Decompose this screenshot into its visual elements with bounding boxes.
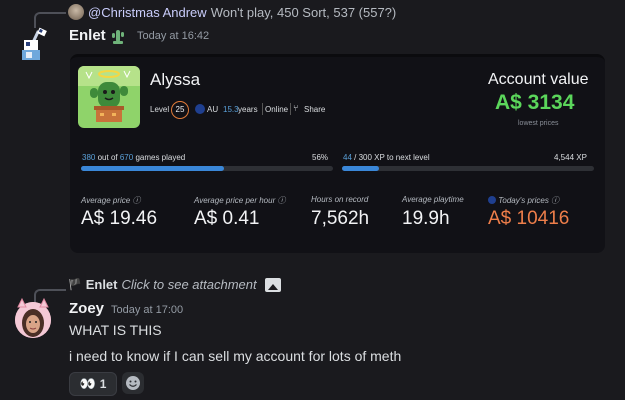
games-suffix: games played	[135, 153, 186, 162]
games-percent: 56%	[312, 153, 329, 162]
bot-mini-icon: 🏴	[68, 279, 82, 291]
cactus-badge-icon	[109, 27, 127, 45]
stat-value-average-playtime: 19.9h	[402, 208, 450, 229]
xp-current: 44	[343, 153, 352, 162]
xp-text: 44 / 300 XP to next level	[343, 153, 430, 162]
divider	[290, 103, 291, 115]
user-avatar[interactable]	[12, 297, 54, 339]
account-age-suffix: years	[238, 105, 258, 114]
status-label: Online	[265, 105, 289, 114]
reply-attachment-text[interactable]: Click to see attachment	[122, 277, 257, 292]
bot-avatar[interactable]	[14, 26, 54, 66]
message-timestamp: Today at 16:42	[137, 30, 210, 42]
stat-label-price-per-hour: Average price per hour ⓘ	[194, 196, 286, 205]
todays-prices-text: Today's prices ⓘ	[498, 196, 560, 205]
stat-label-hours-on-record: Hours on record	[311, 195, 369, 204]
profile-picture	[78, 66, 140, 128]
stat-value-average-price: A$ 19.46	[81, 208, 158, 229]
share-icon[interactable]: ⑂	[293, 103, 298, 113]
message-timestamp: Today at 17:00	[111, 304, 184, 316]
stat-label-average-price: Average price ⓘ	[81, 196, 141, 205]
reply-avatar	[68, 4, 84, 20]
message-line: i need to know if I can sell my account …	[69, 348, 402, 364]
smiley-icon	[126, 376, 140, 390]
share-link[interactable]: Share	[304, 105, 325, 114]
user-author-name[interactable]: Zoey	[69, 300, 104, 317]
games-out-of: out of	[97, 153, 118, 162]
reply-preview[interactable]: @Christmas Andrew Won't play, 450 Sort, …	[68, 4, 396, 20]
stat-value-hours-on-record: 7,562h	[311, 208, 370, 229]
level-label: Level	[150, 105, 170, 114]
stat-value-price-per-hour: A$ 0.41	[194, 208, 260, 229]
reply-preview[interactable]: 🏴 Enlet Click to see attachment	[68, 277, 281, 292]
stat-label-todays-prices: Today's prices ⓘ	[488, 195, 559, 206]
region-label: AU	[207, 105, 219, 114]
games-played-count: 380	[82, 153, 96, 162]
level-badge: 25	[171, 101, 189, 119]
reply-mention[interactable]: @Christmas Andrew	[88, 5, 207, 20]
reaction-eyes[interactable]: 👀 1	[69, 372, 117, 396]
message-line: WHAT IS THIS	[69, 322, 162, 338]
account-age-value: 15.3	[223, 105, 239, 114]
xp-suffix: / 300 XP to next level	[354, 153, 430, 162]
stat-label-average-playtime: Average playtime	[402, 195, 464, 204]
games-total-count: 670	[119, 153, 134, 162]
stat-value-todays-prices: A$ 10416	[488, 208, 570, 229]
xp-progress-track	[342, 166, 594, 171]
bot-author-name[interactable]: Enlet	[69, 27, 106, 44]
add-reaction-button[interactable]	[122, 372, 144, 394]
games-progress-fill	[81, 166, 224, 171]
divider	[262, 103, 263, 115]
xp-progress-fill	[342, 166, 379, 171]
reply-text: Won't play, 450 Sort, 537 (557?)	[210, 4, 397, 20]
account-value-label: Account value	[488, 71, 589, 88]
account-value: A$ 3134	[495, 91, 575, 114]
games-played-text: 380 out of 670 games played	[82, 153, 185, 162]
xp-total: 4,544 XP	[554, 153, 587, 162]
image-icon	[264, 277, 281, 292]
profile-username: Alyssa	[150, 70, 201, 89]
reply-author[interactable]: Enlet	[86, 277, 118, 292]
eyes-icon: 👀	[79, 376, 96, 391]
account-value-subtitle: lowest prices	[518, 120, 559, 127]
australia-flag-icon	[488, 196, 496, 204]
reaction-count: 1	[99, 377, 107, 391]
australia-flag-icon	[195, 104, 205, 114]
